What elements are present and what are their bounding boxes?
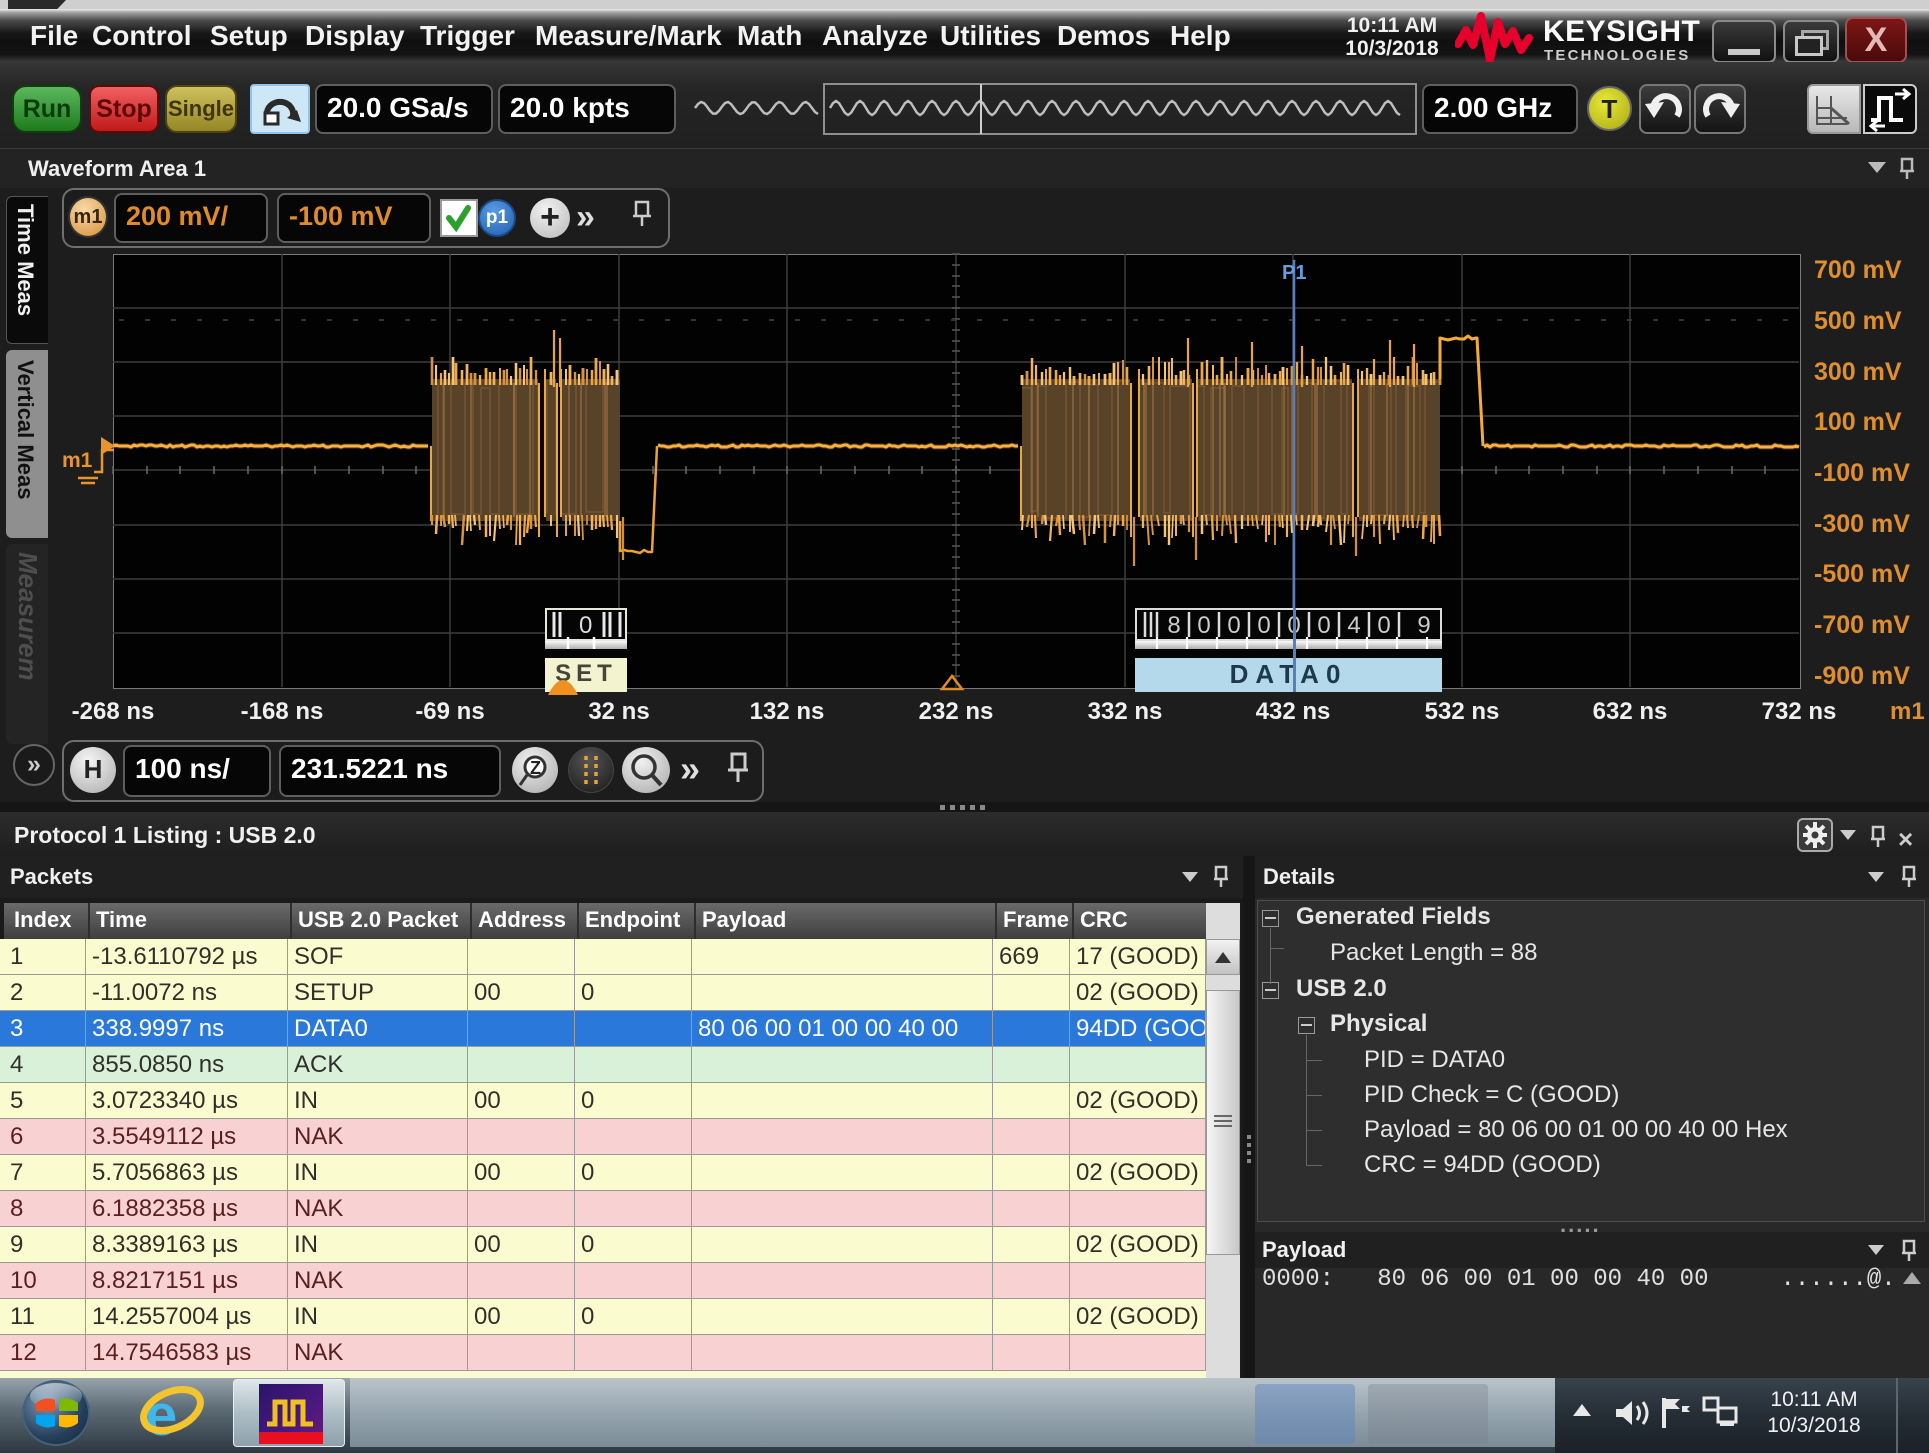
svg-text:0: 0 <box>1197 612 1210 639</box>
svg-text:8: 8 <box>1167 612 1180 639</box>
svg-text:0: 0 <box>1377 612 1390 639</box>
svg-text:0: 0 <box>1257 612 1270 639</box>
svg-text:4: 4 <box>1347 612 1360 639</box>
svg-text:Z: Z <box>530 758 541 778</box>
svg-text:0: 0 <box>1317 612 1330 639</box>
svg-text:0: 0 <box>579 612 592 639</box>
svg-text:0: 0 <box>1227 612 1240 639</box>
svg-text:9: 9 <box>1417 612 1430 639</box>
